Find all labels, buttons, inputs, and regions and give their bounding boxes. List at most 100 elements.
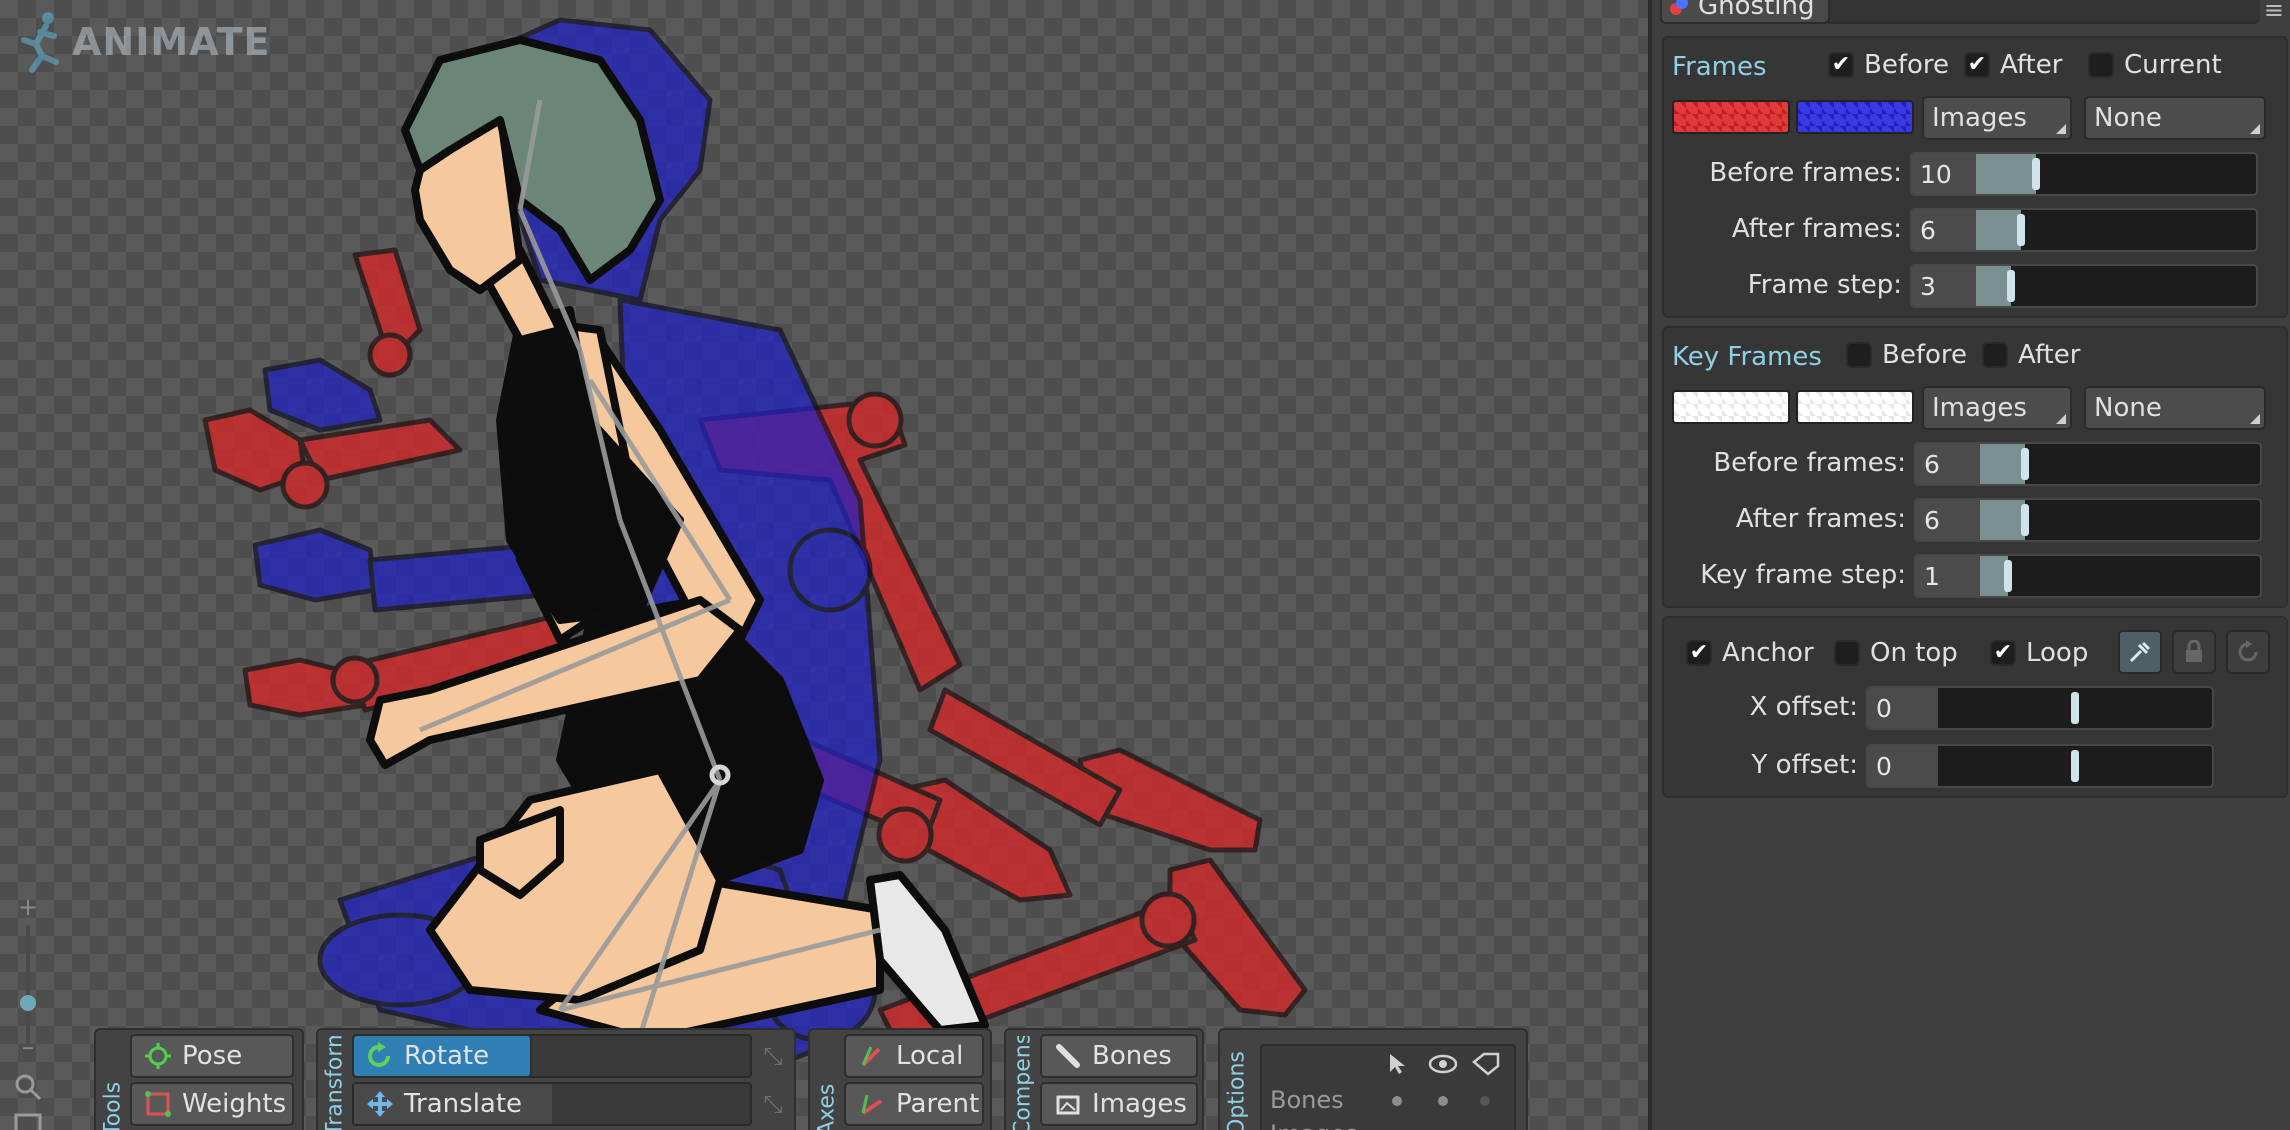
zoom-track[interactable] [26, 925, 30, 1045]
options-group-label: Options [1224, 1051, 1250, 1130]
frames-after-color[interactable] [1796, 100, 1914, 134]
weights-button[interactable]: Weights [130, 1082, 294, 1126]
key-frames-after-count-label: After frames: [1735, 504, 1906, 534]
bones-select-toggle[interactable] [1392, 1096, 1402, 1106]
key-frames-mode-dropdown[interactable]: Images [1922, 386, 2072, 430]
ghosting-tab-label: Ghosting [1698, 0, 1815, 21]
transform-group-label: Transform [322, 1036, 348, 1130]
loop-checkbox[interactable]: ✔ Loop [1990, 638, 2088, 668]
frames-after-count-slider[interactable]: 6 [1910, 208, 2258, 252]
visibility-grid: Bones Images [1260, 1044, 1516, 1130]
pose-label: Pose [182, 1041, 243, 1071]
x-offset-value[interactable]: 0 [1868, 688, 1938, 728]
anchor-pick-button[interactable] [2118, 630, 2162, 674]
rotate-label: Rotate [404, 1041, 490, 1071]
anchor-checkbox[interactable]: ✔ Anchor [1686, 638, 1814, 668]
y-offset-slider[interactable]: 0 [1866, 744, 2214, 788]
link-icon[interactable]: ⤡ [758, 1082, 788, 1126]
ghosting-tab-icon [1670, 0, 1688, 15]
local-axes-button[interactable]: Local [844, 1034, 984, 1078]
tools-group-label: Tools [100, 1081, 126, 1130]
key-frames-group: Key Frames Before After Images None Befo… [1662, 326, 2288, 608]
frames-before-count-value[interactable]: 10 [1912, 154, 1976, 194]
x-offset-slider[interactable]: 0 [1866, 686, 2214, 730]
options-row-bones[interactable]: Bones [1270, 1084, 1506, 1116]
zoom-slider-knob[interactable] [20, 995, 36, 1011]
bone-icon [1054, 1042, 1082, 1070]
frames-after-label: After [2000, 50, 2063, 80]
frames-blend-dropdown[interactable]: None [2084, 96, 2266, 140]
ghost-joint [876, 806, 934, 864]
ghost-options-group: ✔ Anchor On top ✔ Loop X offset: 0 Y off… [1662, 616, 2288, 798]
app-logo: ANIMATE [18, 10, 271, 74]
options-row-bones-label: Bones [1270, 1086, 1344, 1114]
axes-parent-icon [858, 1090, 886, 1118]
translate-label: Translate [404, 1089, 523, 1119]
key-frames-after-count-slider[interactable]: 6 [1914, 498, 2262, 542]
pose-button[interactable]: Pose [130, 1034, 294, 1078]
key-frame-step-slider[interactable]: 1 [1914, 554, 2262, 598]
tag-icon [1472, 1052, 1500, 1076]
on-top-checkbox[interactable]: On top [1834, 638, 1958, 668]
weights-icon [144, 1090, 172, 1118]
compensate-bones-button[interactable]: Bones [1040, 1034, 1198, 1078]
frame-step-value[interactable]: 3 [1912, 266, 1976, 306]
canvas-viewport[interactable]: ANIMATE + – Tools Pose Weights Transform… [0, 0, 1648, 1130]
key-frames-before-checkbox[interactable]: Before [1846, 340, 1967, 370]
zoom-control[interactable]: + – [14, 895, 42, 1130]
key-frames-before-color[interactable] [1672, 390, 1790, 424]
key-frames-after-checkbox[interactable]: After [1982, 340, 2080, 370]
anchor-pick-icon [2129, 641, 2151, 663]
frames-after-checkbox[interactable]: ✔ After [1964, 50, 2062, 80]
compensate-images-button[interactable]: Images [1040, 1082, 1198, 1126]
search-icon[interactable] [14, 1073, 42, 1101]
frame-step-slider[interactable]: 3 [1910, 264, 2258, 308]
ghost-joint [787, 527, 873, 613]
compensate-group: Compensate Bones Images [1004, 1028, 1204, 1130]
ghosting-tab[interactable]: Ghosting [1660, 0, 1830, 24]
app-window: ANIMATE + – Tools Pose Weights Transform… [0, 0, 2290, 1130]
frames-current-box [2088, 52, 2114, 78]
eye-icon [1428, 1054, 1458, 1074]
anchor-label: Anchor [1722, 638, 1814, 668]
bones-label-toggle[interactable] [1480, 1096, 1490, 1106]
frame-step-label: Frame step: [1747, 270, 1902, 300]
ghost-hand-blue [252, 527, 378, 603]
frames-after-box: ✔ [1964, 52, 1990, 78]
reset-button[interactable] [2226, 630, 2270, 674]
key-frames-before-count-slider[interactable]: 6 [1914, 442, 2262, 486]
link-icon[interactable]: ⤡ [758, 1034, 788, 1078]
parent-axes-button[interactable]: Parent [844, 1082, 984, 1126]
fit-screen-icon[interactable] [14, 1113, 42, 1130]
panel-menu-icon[interactable]: ≡ [2264, 0, 2284, 24]
rotate-button[interactable]: Rotate [352, 1034, 532, 1078]
key-frames-after-count-value[interactable]: 6 [1916, 500, 1980, 540]
frames-current-checkbox[interactable]: Current [2088, 50, 2222, 80]
lock-button[interactable] [2172, 630, 2216, 674]
frames-after-count-label: After frames: [1731, 214, 1902, 244]
zoom-in-button[interactable]: + [14, 895, 42, 919]
frames-before-color[interactable] [1672, 100, 1790, 134]
translate-button[interactable]: Translate [352, 1082, 532, 1126]
x-offset-label: X offset: [1749, 692, 1858, 722]
on-top-label: On top [1870, 638, 1958, 668]
lock-icon [2186, 640, 2202, 662]
key-frames-after-label: After [2018, 340, 2081, 370]
frames-before-checkbox[interactable]: ✔ Before [1828, 50, 1949, 80]
ghost-joint [367, 332, 413, 378]
frames-before-count-slider[interactable]: 10 [1910, 152, 2258, 196]
key-frame-step-label: Key frame step: [1700, 560, 1906, 590]
key-frames-after-color[interactable] [1796, 390, 1914, 424]
key-frame-step-value[interactable]: 1 [1916, 556, 1980, 596]
key-frames-blend-dropdown[interactable]: None [2084, 386, 2266, 430]
y-offset-value[interactable]: 0 [1868, 746, 1938, 786]
key-frames-before-label: Before [1882, 340, 1968, 370]
frames-after-count-value[interactable]: 6 [1912, 210, 1976, 250]
transform-group: Transform Rotate ⤡ Translate ⤡ [316, 1028, 796, 1130]
key-frames-before-count-value[interactable]: 6 [1916, 444, 1980, 484]
options-row-images-label: Images [1270, 1120, 1358, 1130]
bones-visible-toggle[interactable] [1438, 1096, 1448, 1106]
frames-mode-dropdown[interactable]: Images [1922, 96, 2072, 140]
options-row-images[interactable]: Images [1270, 1118, 1506, 1130]
zoom-out-button[interactable]: – [14, 1035, 42, 1059]
